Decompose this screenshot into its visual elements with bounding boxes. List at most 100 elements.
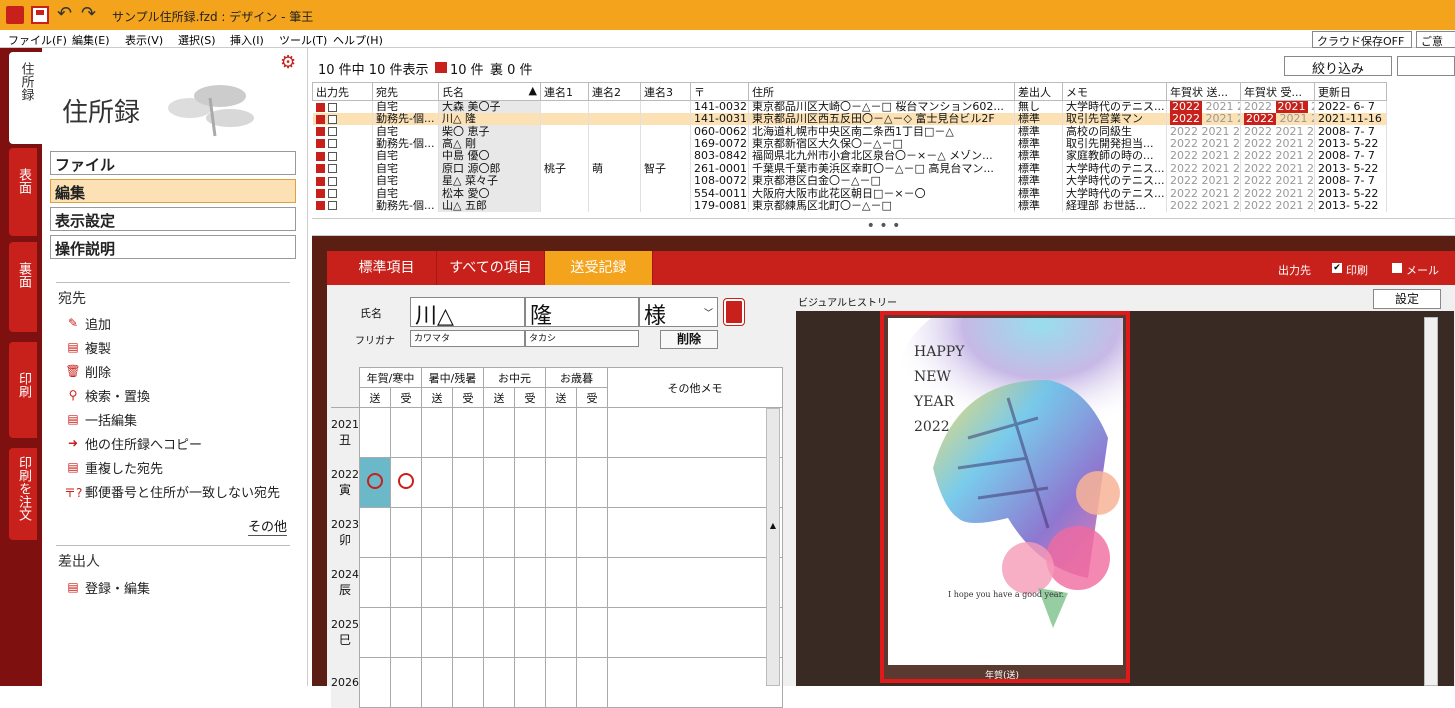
- row-checkbox[interactable]: [327, 201, 337, 211]
- nav-file[interactable]: ファイル: [50, 151, 296, 175]
- cmd-delete[interactable]: 🗑 削除: [64, 362, 111, 382]
- pane-splitter[interactable]: • • •: [312, 218, 1455, 236]
- mail-checkbox[interactable]: [1392, 263, 1402, 273]
- cmd-sender-register[interactable]: ▤ 登録・編集: [64, 578, 150, 598]
- delete-button[interactable]: 削除: [660, 330, 718, 349]
- col-zip[interactable]: 〒: [690, 82, 749, 101]
- menu-tools[interactable]: ツール(T): [279, 32, 327, 48]
- history-memo-cell[interactable]: [607, 657, 783, 708]
- address-card-icon[interactable]: [723, 298, 745, 326]
- col-updated[interactable]: 更新日: [1314, 82, 1387, 101]
- history-memo-cell[interactable]: [607, 557, 783, 608]
- history-cell[interactable]: [452, 457, 484, 508]
- col-nenga-recv[interactable]: 年賀状 受...: [1240, 82, 1315, 101]
- nav-edit[interactable]: 編集: [50, 179, 296, 203]
- col-memo[interactable]: メモ: [1062, 82, 1167, 101]
- history-cell[interactable]: [359, 407, 391, 458]
- row-checkbox[interactable]: [327, 102, 337, 112]
- history-cell[interactable]: [483, 407, 515, 458]
- col-joint1[interactable]: 連名1: [540, 82, 589, 101]
- history-cell[interactable]: [421, 557, 453, 608]
- history-cell[interactable]: [576, 507, 608, 558]
- history-cell[interactable]: [421, 457, 453, 508]
- family-name-field[interactable]: 川△: [410, 297, 525, 329]
- tab-all-items[interactable]: すべての項目: [437, 251, 545, 285]
- cmd-copy-to-other[interactable]: ➜ 他の住所録へコピー: [64, 434, 202, 454]
- history-cell[interactable]: [576, 557, 608, 608]
- history-cell[interactable]: [483, 557, 515, 608]
- history-cell[interactable]: [390, 507, 422, 558]
- history-cell[interactable]: [390, 457, 422, 508]
- history-cell[interactable]: [545, 607, 577, 658]
- history-cell[interactable]: [514, 607, 546, 658]
- history-cell[interactable]: [545, 507, 577, 558]
- history-cell[interactable]: [514, 457, 546, 508]
- row-checkbox[interactable]: [327, 164, 337, 174]
- print-checkbox[interactable]: ✔: [1332, 263, 1342, 273]
- col-output[interactable]: 出力先: [312, 82, 373, 101]
- history-cell[interactable]: [576, 607, 608, 658]
- history-cell[interactable]: [359, 557, 391, 608]
- col-destination[interactable]: 宛先: [372, 82, 439, 101]
- nav-display-settings[interactable]: 表示設定: [50, 207, 296, 231]
- history-memo-cell[interactable]: [607, 607, 783, 658]
- history-cell[interactable]: [359, 507, 391, 558]
- history-cell[interactable]: [452, 407, 484, 458]
- history-cell[interactable]: [452, 507, 484, 558]
- cmd-zip-mismatch[interactable]: 〒? 郵便番号と住所が一致しない宛先: [64, 482, 280, 502]
- history-cell[interactable]: [390, 607, 422, 658]
- menu-view[interactable]: 表示(V): [125, 32, 163, 48]
- row-checkbox[interactable]: [327, 189, 337, 199]
- settings-gear-icon[interactable]: ⚙: [280, 52, 296, 73]
- tab-print[interactable]: 印刷: [9, 342, 37, 438]
- history-cell[interactable]: [483, 457, 515, 508]
- history-cell[interactable]: [452, 607, 484, 658]
- visual-history-scrollbar[interactable]: [1424, 317, 1438, 686]
- table-row[interactable]: 自宅 原口 源〇郎 桃子萌智子 261-0001 千葉県千葉市美浜区幸町〇－△－□ 高見…: [312, 162, 1387, 175]
- history-scrollbar[interactable]: ▲: [766, 408, 780, 686]
- history-memo-cell[interactable]: [607, 407, 783, 458]
- cmd-duplicates[interactable]: ▤ 重複した宛先: [64, 458, 163, 478]
- cmd-bulk-edit[interactable]: ▤ 一括編集: [64, 410, 137, 430]
- tab-standard-items[interactable]: 標準項目: [337, 251, 437, 285]
- col-joint3[interactable]: 連名3: [640, 82, 691, 101]
- row-checkbox[interactable]: [327, 127, 337, 137]
- table-row[interactable]: 勤務先-個... 川△ 隆 141-0031 東京都品川区西五反田〇－△－◇ 富士見台…: [312, 113, 1387, 126]
- more-link[interactable]: その他: [248, 516, 288, 536]
- table-row[interactable]: 勤務先-個... 山△ 五郎 179-0081 東京都練馬区北町〇－△－□ 標準 経理部 …: [312, 199, 1387, 213]
- history-memo-cell[interactable]: [607, 457, 783, 508]
- tab-front[interactable]: 表面: [9, 148, 37, 236]
- history-cell[interactable]: [545, 457, 577, 508]
- history-cell[interactable]: [421, 407, 453, 458]
- history-cell[interactable]: [390, 407, 422, 458]
- col-joint2[interactable]: 連名2: [588, 82, 641, 101]
- search-box[interactable]: [1397, 56, 1455, 76]
- history-cell[interactable]: [514, 557, 546, 608]
- history-cell[interactable]: [452, 557, 484, 608]
- history-cell[interactable]: [545, 657, 577, 708]
- undo-icon[interactable]: ↶: [57, 5, 75, 24]
- col-name[interactable]: 氏名 ▲: [438, 82, 541, 101]
- history-cell[interactable]: [576, 407, 608, 458]
- history-cell[interactable]: [421, 507, 453, 558]
- history-cell[interactable]: [483, 607, 515, 658]
- row-checkbox[interactable]: [327, 151, 337, 161]
- table-row[interactable]: 自宅 中島 優〇 803-0842 福岡県北九州市小倉北区泉台〇－×－△ メゾン...…: [312, 150, 1387, 163]
- history-cell[interactable]: [359, 657, 391, 708]
- redo-icon[interactable]: ↷: [81, 5, 99, 24]
- col-sender[interactable]: 差出人: [1014, 82, 1063, 101]
- cmd-search-replace[interactable]: ⚲ 検索・置換: [64, 386, 150, 406]
- tab-back[interactable]: 裏面: [9, 242, 37, 332]
- table-row[interactable]: 自宅 星△ 菜々子 108-0072 東京都港区白金〇－△－□ 標準 大学時代のテニス..…: [312, 174, 1387, 188]
- honorific-select[interactable]: 様 ﹀: [639, 297, 718, 329]
- col-address[interactable]: 住所: [748, 82, 1015, 101]
- history-cell[interactable]: [514, 657, 546, 708]
- history-cell[interactable]: [359, 607, 391, 658]
- history-cell[interactable]: [390, 657, 422, 708]
- row-checkbox[interactable]: [327, 139, 337, 149]
- history-cell[interactable]: [452, 657, 484, 708]
- tab-order-print[interactable]: 印刷を注文: [9, 448, 37, 540]
- history-cell[interactable]: [421, 607, 453, 658]
- history-cell[interactable]: [576, 657, 608, 708]
- history-cell[interactable]: [483, 657, 515, 708]
